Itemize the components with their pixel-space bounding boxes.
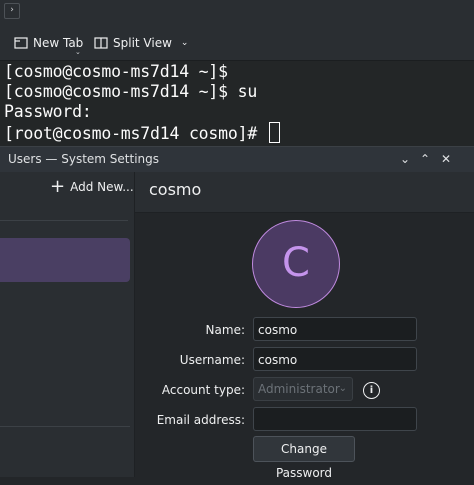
name-label: Name: — [205, 323, 245, 337]
chevron-down-icon: ⌄ — [338, 383, 347, 394]
terminal-line: Password: — [4, 102, 92, 121]
divider — [0, 220, 128, 221]
account-type-label: Account type: — [161, 383, 245, 397]
terminal-prompt-line: [root@cosmo-ms7d14 cosmo]# — [4, 122, 280, 143]
username-label: Username: — [179, 353, 245, 367]
minimize-icon[interactable]: ⌄ — [397, 151, 413, 167]
maximize-icon[interactable]: ⌃ — [417, 151, 433, 167]
change-password-button[interactable]: Change Password — [253, 436, 355, 480]
user-list-item-selected[interactable] — [0, 238, 130, 282]
new-tab-icon — [14, 37, 28, 49]
email-field[interactable] — [253, 407, 417, 431]
new-tab-button[interactable]: New Tab — [14, 34, 83, 52]
add-new-label: Add New... — [70, 180, 134, 194]
user-list-panel: + Add New... — [0, 172, 135, 477]
account-type-value: Administrator — [258, 382, 340, 396]
plus-icon: + — [50, 176, 66, 197]
terminal-line: [cosmo@cosmo-ms7d14 ~]$ — [4, 62, 228, 81]
avatar[interactable]: C — [252, 220, 340, 308]
chevron-right-icon[interactable]: › — [4, 3, 20, 19]
terminal-cursor — [268, 122, 280, 143]
system-settings-window: Users — System Settings ⌄ ⌃ ✕ + Add New.… — [0, 146, 474, 480]
konsole-tabbar: › — [0, 0, 474, 26]
terminal-line: [root@cosmo-ms7d14 cosmo]# — [4, 124, 267, 143]
user-detail-header: cosmo — [135, 172, 474, 213]
account-type-select[interactable]: Administrator ⌄ — [253, 377, 353, 401]
window-title: Users — System Settings — [8, 152, 160, 166]
terminal-view[interactable]: [cosmo@cosmo-ms7d14 ~]$ [cosmo@cosmo-ms7… — [0, 61, 474, 151]
split-view-icon — [94, 37, 108, 49]
info-icon[interactable]: i — [363, 382, 380, 399]
email-label: Email address: — [156, 413, 245, 427]
window-titlebar[interactable]: Users — System Settings ⌄ ⌃ ✕ — [0, 147, 474, 172]
divider — [0, 426, 130, 427]
split-view-label: Split View — [113, 36, 172, 50]
terminal-line: [cosmo@cosmo-ms7d14 ~]$ su — [4, 82, 258, 101]
split-view-button[interactable]: Split View ⌄ — [94, 34, 188, 52]
user-detail-body: C Name: cosmo Username: cosmo Account ty… — [135, 213, 474, 480]
name-field[interactable]: cosmo — [253, 317, 417, 341]
chevron-down-icon[interactable]: ⌄ — [181, 38, 189, 48]
new-tab-menu-arrow-icon[interactable]: ⌄ — [75, 48, 81, 56]
add-new-user-button[interactable]: + Add New... — [50, 176, 134, 197]
page-title: cosmo — [149, 180, 202, 199]
username-field[interactable]: cosmo — [253, 347, 417, 371]
close-icon[interactable]: ✕ — [438, 151, 454, 167]
konsole-toolbar: New Tab Split View ⌄ — [0, 26, 474, 61]
